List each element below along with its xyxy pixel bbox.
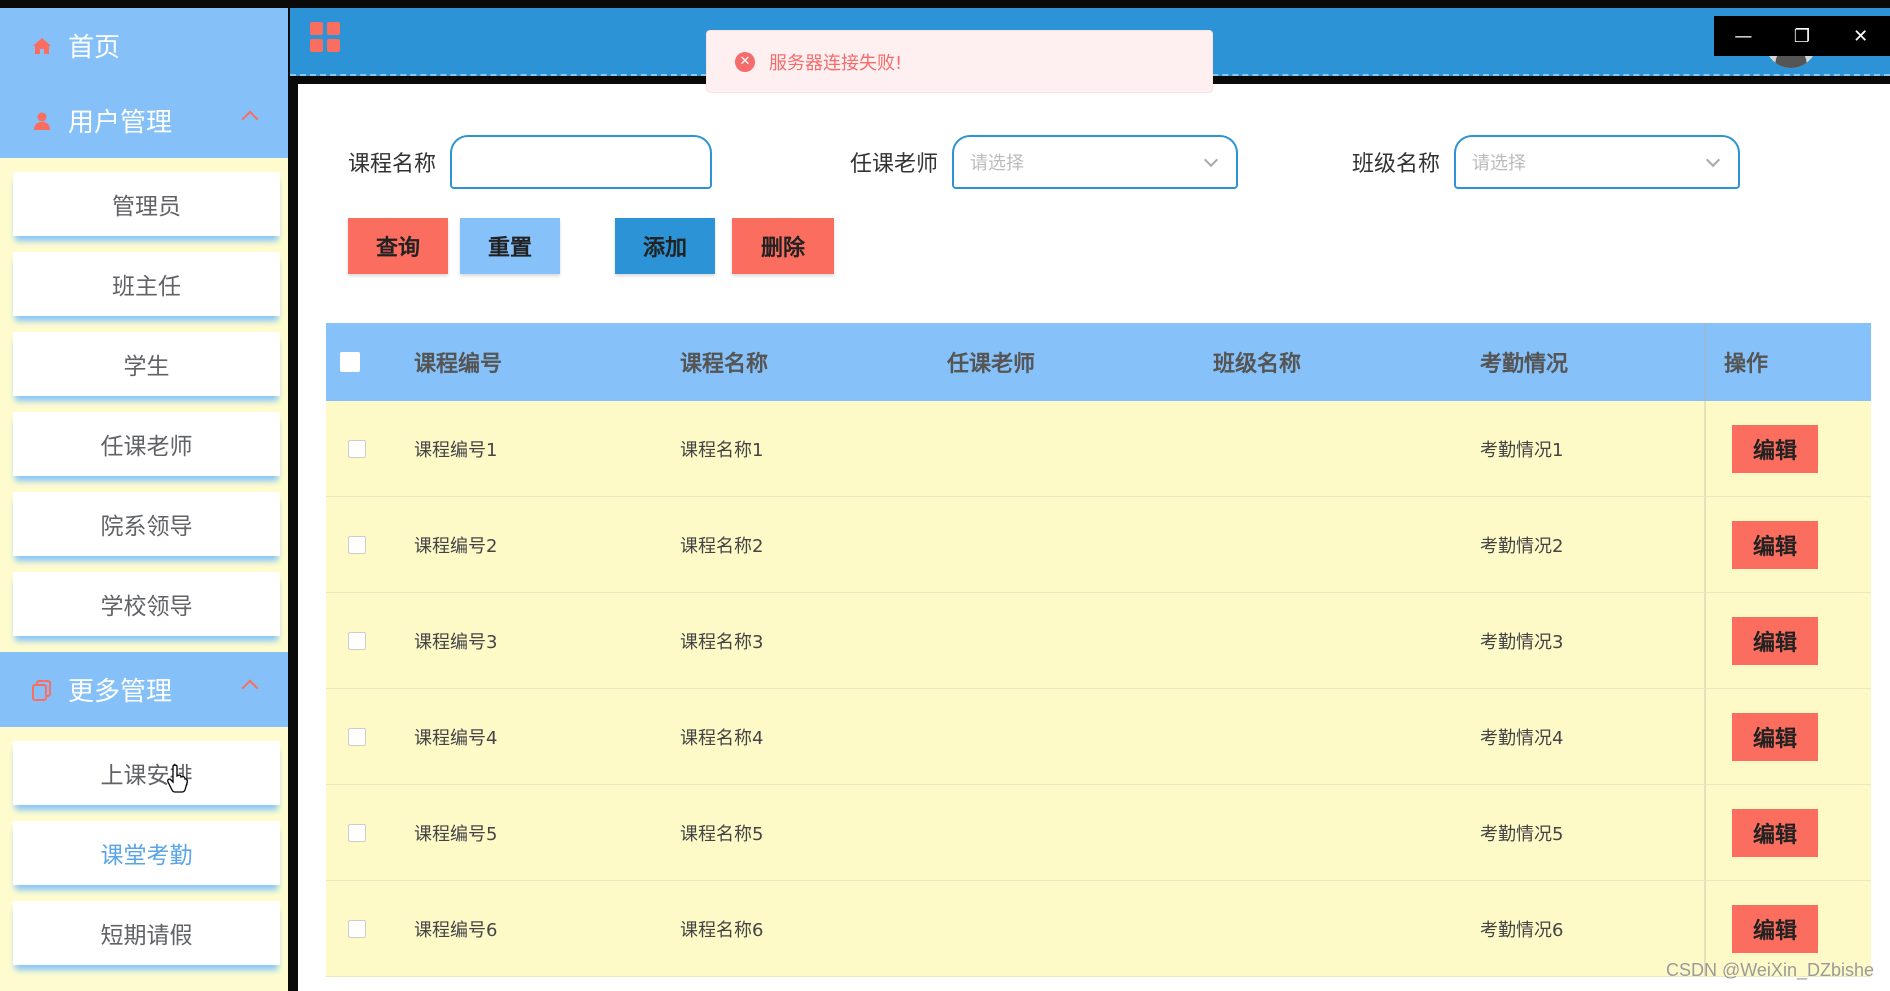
watermark: CSDN @WeiXin_DZbishe — [1665, 960, 1874, 980]
course-name-label: 课程名称 — [348, 152, 437, 177]
sidebar-group-user-mgmt[interactable]: 用户管理 — [0, 83, 288, 158]
col-course-code: 课程编号 — [414, 352, 503, 377]
reset-button[interactable]: 重置 — [460, 218, 560, 274]
row-checkbox[interactable] — [348, 919, 366, 938]
row-checkbox[interactable] — [348, 727, 366, 746]
copy-icon — [30, 678, 54, 702]
chevron-up-icon — [241, 679, 259, 697]
query-button[interactable]: 查询 — [348, 218, 448, 274]
filter-bar: 课程名称 任课老师 请选择 班级名称 请选择 — [348, 134, 1741, 190]
table-row: 课程编号3 课程名称3 考勤情况3 编辑 — [326, 593, 1871, 689]
sidebar-item-teacher[interactable]: 任课老师 — [13, 412, 280, 476]
col-class: 班级名称 — [1213, 352, 1302, 377]
edit-button[interactable]: 编辑 — [1732, 617, 1818, 665]
select-all-checkbox[interactable] — [340, 352, 360, 372]
class-label: 班级名称 — [1352, 152, 1441, 177]
sidebar: 首页 用户管理 管理员 班主任 学生 任课老师 院系领导 学校领导 更多管理 上… — [0, 8, 288, 991]
edit-button[interactable]: 编辑 — [1732, 425, 1818, 473]
table-row: 课程编号5 课程名称5 考勤情况5 编辑 — [326, 785, 1871, 881]
teacher-label: 任课老师 — [850, 152, 939, 177]
delete-button[interactable]: 删除 — [732, 218, 834, 274]
col-attendance: 考勤情况 — [1480, 352, 1569, 377]
row-checkbox[interactable] — [348, 535, 366, 554]
error-toast: ✕ 服务器连接失败! — [706, 30, 1213, 93]
table-row: 课程编号6 课程名称6 考勤情况6 编辑 — [326, 881, 1871, 977]
chevron-down-icon — [1203, 152, 1219, 168]
row-checkbox[interactable] — [348, 823, 366, 842]
window-controls: — ❐ ✕ — [1714, 16, 1890, 56]
minimize-icon[interactable]: — — [1723, 26, 1763, 47]
edit-button[interactable]: 编辑 — [1732, 521, 1818, 569]
class-select[interactable]: 请选择 — [1454, 135, 1741, 189]
table-row: 课程编号1 课程名称1 考勤情况1 编辑 — [326, 401, 1871, 497]
toast-message: 服务器连接失败! — [769, 52, 903, 74]
sidebar-item-head-teacher[interactable]: 班主任 — [13, 252, 280, 316]
user-icon — [30, 109, 54, 133]
menu-grid-icon[interactable] — [310, 22, 340, 52]
sidebar-item-dept-leader[interactable]: 院系领导 — [13, 492, 280, 556]
sidebar-item-leave[interactable]: 短期请假 — [13, 901, 280, 965]
home-icon — [30, 34, 54, 58]
edit-button[interactable]: 编辑 — [1732, 905, 1818, 953]
sidebar-item-admin[interactable]: 管理员 — [13, 172, 280, 236]
sidebar-item-student[interactable]: 学生 — [13, 332, 280, 396]
sidebar-item-schedule[interactable]: 上课安排 — [13, 741, 280, 805]
table-row: 课程编号2 课程名称2 考勤情况2 编辑 — [326, 497, 1871, 593]
table-row: 课程编号4 课程名称4 考勤情况4 编辑 — [326, 689, 1871, 785]
add-button[interactable]: 添加 — [615, 218, 715, 274]
sidebar-user-mgmt-label: 用户管理 — [68, 108, 173, 138]
edit-button[interactable]: 编辑 — [1732, 713, 1818, 761]
hand-cursor-icon — [167, 764, 188, 793]
sidebar-item-home[interactable]: 首页 — [0, 8, 288, 83]
error-icon: ✕ — [735, 51, 755, 72]
chevron-down-icon — [1705, 152, 1721, 168]
sidebar-item-school-leader[interactable]: 学校领导 — [13, 572, 280, 636]
sidebar-home-label: 首页 — [68, 33, 121, 63]
sidebar-group-more-mgmt[interactable]: 更多管理 — [0, 652, 288, 727]
chevron-up-icon — [241, 110, 259, 128]
table-header: 课程编号 课程名称 任课老师 班级名称 考勤情况 操作 — [326, 323, 1871, 401]
sidebar-more-mgmt-label: 更多管理 — [68, 677, 173, 707]
teacher-select[interactable]: 请选择 — [952, 135, 1239, 189]
close-icon[interactable]: ✕ — [1841, 26, 1881, 47]
row-checkbox[interactable] — [348, 439, 366, 458]
data-table: 课程编号 课程名称 任课老师 班级名称 考勤情况 操作 课程编号1 课程名称1 … — [326, 323, 1871, 977]
col-teacher: 任课老师 — [947, 352, 1036, 377]
restore-icon[interactable]: ❐ — [1782, 26, 1822, 47]
main-content: 课程名称 任课老师 请选择 班级名称 请选择 查询 重置 添加 删除 课程编号 … — [298, 84, 1890, 991]
sidebar-item-attendance[interactable]: 课堂考勤 — [13, 821, 280, 885]
course-name-input[interactable] — [450, 135, 713, 189]
row-checkbox[interactable] — [348, 631, 366, 650]
edit-button[interactable]: 编辑 — [1732, 809, 1818, 857]
col-course-name: 课程名称 — [680, 352, 769, 377]
col-actions: 操作 — [1724, 352, 1769, 377]
